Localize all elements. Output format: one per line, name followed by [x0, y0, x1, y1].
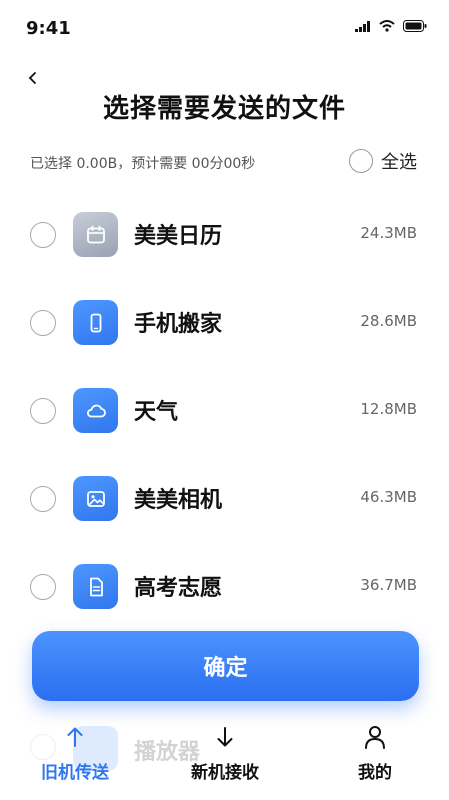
battery-icon	[403, 20, 427, 32]
page-title: 选择需要发送的文件	[102, 94, 346, 124]
tab-new-device-receive[interactable]: 新机接收	[160, 722, 290, 783]
selection-summary: 已选择 0.00B，预计需要 00分00秒	[30, 156, 256, 172]
back-button[interactable]	[24, 68, 44, 88]
file-size: 46.3MB	[360, 488, 417, 506]
arrow-down-icon	[217, 727, 233, 747]
file-select-radio[interactable]	[30, 222, 56, 248]
user-icon	[365, 726, 385, 749]
document-icon	[89, 577, 103, 596]
file-icon-box	[73, 564, 118, 609]
calendar-icon	[86, 225, 105, 243]
file-size: 24.3MB	[360, 224, 417, 242]
file-row[interactable]: 天气 12.8MB	[0, 366, 449, 454]
file-size: 28.6MB	[360, 312, 417, 330]
file-name: 天气	[134, 400, 179, 425]
arrow-up-icon	[67, 727, 83, 747]
file-size: 12.8MB	[360, 400, 417, 418]
select-all-toggle[interactable]: 全选	[349, 148, 417, 174]
status-time: 9:41	[26, 18, 71, 39]
status-icons	[355, 20, 427, 32]
tab-label: 新机接收	[191, 763, 259, 783]
file-row[interactable]: 手机搬家 28.6MB	[0, 278, 449, 366]
file-select-radio[interactable]	[30, 398, 56, 424]
phone-icon	[90, 313, 101, 332]
file-icon-box	[73, 388, 118, 433]
cloud-icon	[86, 404, 106, 417]
file-select-radio[interactable]	[30, 310, 56, 336]
confirm-button[interactable]: 确定	[32, 631, 419, 701]
file-name: 美美相机	[134, 488, 223, 513]
file-row[interactable]: 高考志愿 36.7MB	[0, 542, 449, 630]
select-all-label: 全选	[381, 152, 417, 173]
tab-label: 旧机传送	[41, 763, 109, 783]
chevron-left-icon	[28, 72, 36, 84]
file-row[interactable]: 美美日历 24.3MB	[0, 190, 449, 278]
image-icon	[86, 490, 105, 507]
file-select-radio[interactable]	[30, 574, 56, 600]
file-size: 36.7MB	[360, 576, 417, 594]
file-select-radio[interactable]	[30, 486, 56, 512]
tab-profile[interactable]: 我的	[310, 722, 440, 783]
file-name: 手机搬家	[134, 312, 223, 337]
select-all-radio[interactable]	[349, 149, 373, 173]
wifi-icon	[379, 20, 395, 32]
file-row[interactable]: 美美相机 46.3MB	[0, 454, 449, 542]
signal-icon	[355, 20, 370, 32]
file-icon-box	[73, 476, 118, 521]
file-icon-box	[73, 300, 118, 345]
file-name: 高考志愿	[134, 576, 223, 601]
tab-label: 我的	[358, 763, 392, 783]
file-name: 美美日历	[134, 224, 223, 249]
file-icon-box	[73, 212, 118, 257]
status-bar: 9:41	[0, 0, 449, 52]
tab-old-device-send[interactable]: 旧机传送	[10, 722, 140, 783]
